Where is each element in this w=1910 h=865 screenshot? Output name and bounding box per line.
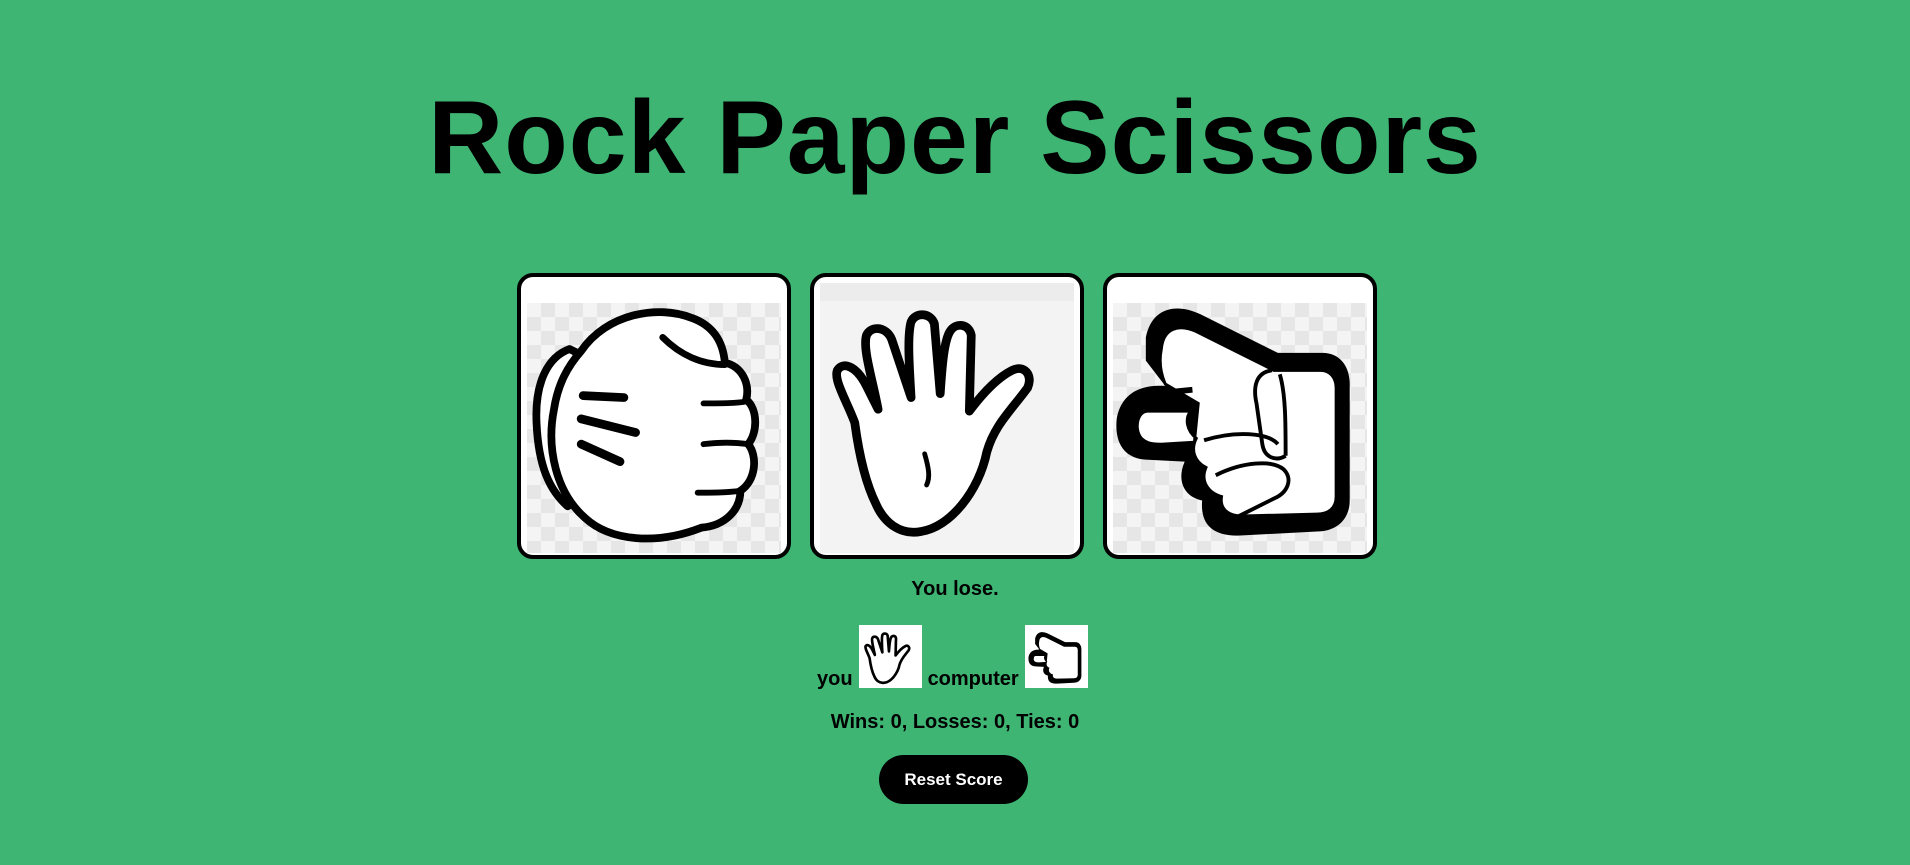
- rock-hand-icon: [532, 308, 760, 543]
- reset-score-button[interactable]: Reset Score: [879, 755, 1028, 804]
- paper-button[interactable]: [810, 273, 1084, 559]
- scissors-hand-icon: [1116, 308, 1350, 536]
- choice-buttons: [517, 273, 1377, 559]
- paper-hand-icon: [859, 625, 921, 688]
- computer-label: computer: [927, 668, 1019, 690]
- scissors-hand-icon: [1026, 625, 1087, 688]
- result-message: You lose.: [911, 578, 999, 600]
- score-text: Wins: 0, Losses: 0, Ties: 0: [830, 711, 1080, 733]
- computer-move-image: [1024, 625, 1088, 688]
- rock-button[interactable]: [517, 273, 791, 559]
- scissors-button[interactable]: [1103, 273, 1377, 559]
- game-page: Rock Paper Scissors You lose. you comput…: [0, 0, 1910, 865]
- paper-hand-icon: [832, 310, 1034, 537]
- you-label: you: [817, 668, 853, 690]
- moves-display: you computer: [817, 622, 1094, 690]
- you-move-image: [858, 625, 922, 688]
- page-title: Rock Paper Scissors: [428, 80, 1482, 196]
